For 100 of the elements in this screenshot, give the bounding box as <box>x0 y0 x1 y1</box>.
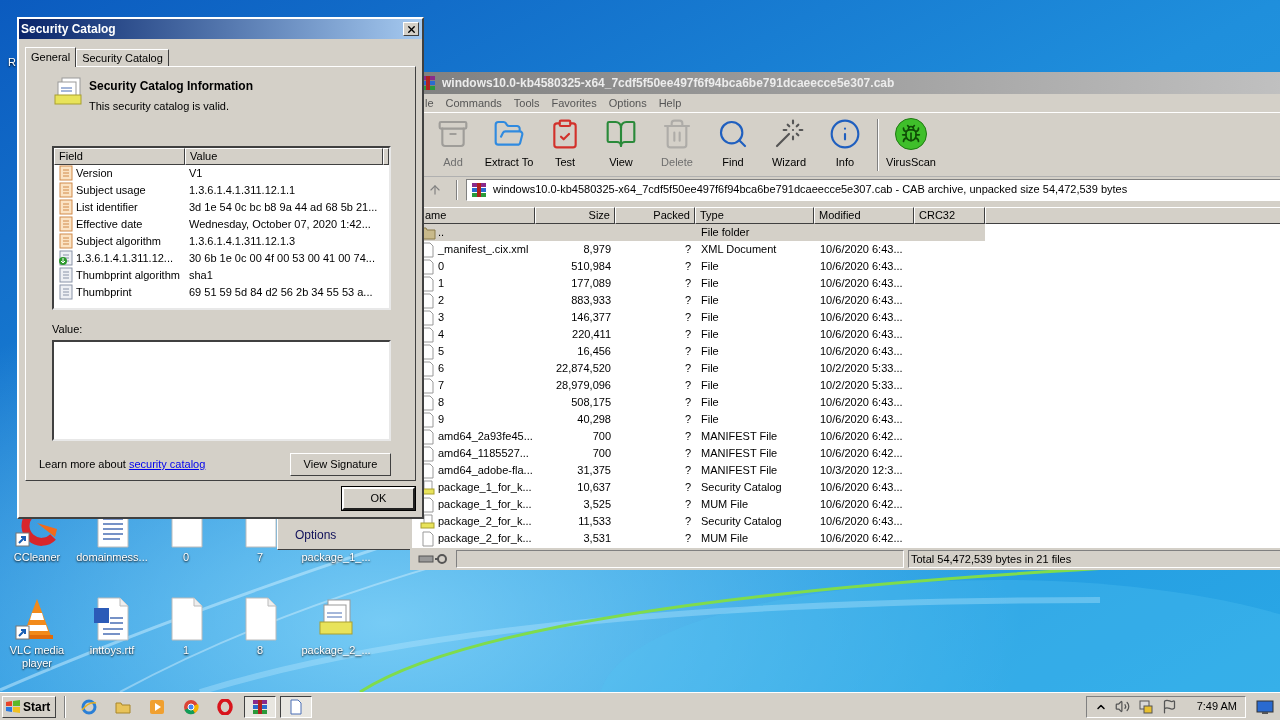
taskbar-button[interactable] <box>244 695 276 718</box>
table-cell: Security Catalog <box>701 481 782 494</box>
table-cell: 10/6/2020 6:43... <box>820 413 903 426</box>
column-header[interactable]: Type <box>695 207 814 224</box>
table-cell: 11,533 <box>578 515 611 528</box>
table-cell: 10/6/2020 6:42... <box>820 447 903 460</box>
ok-button[interactable]: OK <box>342 487 415 510</box>
menu-item[interactable]: Tools <box>513 94 540 112</box>
play-icon <box>149 698 165 715</box>
close-icon <box>405 23 417 35</box>
link[interactable]: security catalog <box>128 458 206 471</box>
table-cell: 31,375 <box>577 464 611 477</box>
path-field[interactable]: windows10.0-kb4580325-x64_7cdf5f50ee497f6f94bca6be791dcaeecce5e307.cab - CAB archive, unpacked size 54,472,539 bytes <box>466 178 1280 201</box>
start-button[interactable]: Start <box>2 695 56 718</box>
value-box[interactable] <box>52 340 391 441</box>
column-header[interactable]: Packed <box>615 207 695 224</box>
table-cell: 3,531 <box>583 532 611 545</box>
column-header[interactable]: Value <box>185 147 383 165</box>
windows-flag-icon <box>5 698 21 715</box>
table-cell: 22,874,520 <box>555 362 611 375</box>
table-cell: ? <box>684 447 691 460</box>
toolbar-button[interactable]: Find <box>705 115 761 174</box>
toolbar-button[interactable]: Wizard <box>761 115 817 174</box>
table-cell-text: 2 <box>438 293 445 309</box>
column-header[interactable]: CRC32 <box>914 207 985 224</box>
menu-item[interactable]: Help <box>658 94 682 112</box>
table-cell: MANIFEST File <box>701 447 778 460</box>
menu-item[interactable]: le <box>425 94 434 112</box>
toolbar-button[interactable]: Info <box>817 115 873 174</box>
field-value: 1.3.6.1.4.1.311.12.1.1 <box>188 182 296 198</box>
column-header[interactable]: Field <box>54 147 185 165</box>
up-arrow-icon[interactable] <box>428 182 442 197</box>
table-cell: 10/2/2020 5:33... <box>820 379 903 392</box>
table-cell: ? <box>684 328 691 341</box>
table-cell-text: 8 <box>438 395 445 411</box>
property-icon <box>58 284 74 300</box>
clock[interactable]: 7:49 AM <box>1196 698 1237 715</box>
flag-icon[interactable] <box>1161 699 1177 714</box>
table-cell: MUM File <box>701 498 749 511</box>
close-button[interactable] <box>403 22 419 36</box>
view-signature-button[interactable]: View Signature <box>290 453 391 476</box>
status-bar: Total 54,472,539 bytes in 21 files <box>908 550 1280 568</box>
browser-icon <box>81 698 97 715</box>
toolbar-button[interactable]: Extract To <box>481 115 537 174</box>
table-cell-text: 3 <box>438 310 445 326</box>
table-cell: ? <box>684 430 691 443</box>
table-cell: 10/6/2020 6:43... <box>820 396 903 409</box>
table-cell-text: amd64_2a93fe45... <box>438 429 533 445</box>
table-cell: 220,411 <box>572 328 611 341</box>
monitor-icon[interactable] <box>1256 698 1274 715</box>
ring-icon <box>217 698 233 715</box>
column-header[interactable]: Modified <box>814 207 914 224</box>
tab[interactable]: General <box>25 47 77 67</box>
speaker-icon[interactable] <box>1114 699 1130 714</box>
browser-icon <box>183 698 199 715</box>
network-icon[interactable] <box>1137 698 1154 715</box>
table-cell-text: 7 <box>438 378 445 394</box>
table-cell: File <box>701 277 719 290</box>
field-name: Thumbprint <box>76 284 132 300</box>
field-name: Thumbprint algorithm <box>76 267 180 283</box>
field-name: Subject usage <box>76 182 146 198</box>
table-cell: File folder <box>701 226 750 239</box>
table-cell: ? <box>684 413 691 426</box>
column-header[interactable]: Size <box>535 207 615 224</box>
table-cell: ? <box>684 532 691 545</box>
table-cell: 10/6/2020 6:43... <box>820 328 903 341</box>
table-cell: 177,089 <box>571 277 611 290</box>
table-cell: 883,933 <box>571 294 611 307</box>
property-icon <box>58 267 74 283</box>
menu-item[interactable]: Options <box>608 94 647 112</box>
field-name: 1.3.6.1.4.1.311.12... <box>76 250 174 266</box>
table-cell-text: package_1_for_k... <box>438 497 532 513</box>
blank-file-icon <box>288 698 304 715</box>
menu-item[interactable]: Commands <box>445 94 502 112</box>
table-cell: 700 <box>592 430 611 443</box>
table-cell-text: package_1_for_k... <box>438 480 532 496</box>
tab[interactable]: Security Catalog <box>76 49 169 66</box>
table-cell-text: amd64_adobe-fla... <box>438 463 533 479</box>
table-cell-text: package_2_for_k... <box>438 514 532 530</box>
table-cell-text: 4 <box>438 327 445 343</box>
table-cell: 10/6/2020 6:43... <box>820 260 903 273</box>
table-cell: 10/6/2020 6:43... <box>820 345 903 358</box>
toolbar-button[interactable]: Test <box>537 115 593 174</box>
trash-icon <box>661 118 693 151</box>
table-cell: 10/2/2020 5:33... <box>820 362 903 375</box>
status-text: This security catalog is valid. <box>89 99 230 114</box>
menu-item[interactable]: Favorites <box>551 94 597 112</box>
toolbar-button[interactable]: View <box>593 115 649 174</box>
table-cell: 10/6/2020 6:43... <box>820 243 903 256</box>
toolbar-button[interactable]: VirusScan <box>883 115 939 174</box>
taskbar-button[interactable] <box>280 695 312 718</box>
table-cell: 3,525 <box>583 498 611 511</box>
menu-item[interactable]: Options <box>295 528 337 542</box>
icon-label[interactable]: R <box>8 56 16 69</box>
property-icon <box>58 165 74 181</box>
table-cell-text: 1 <box>438 276 445 292</box>
table-cell-text: _manifest_.cix.xml <box>438 242 529 258</box>
table-cell: ? <box>684 379 691 392</box>
table-cell: File <box>701 396 719 409</box>
table-cell-text: package_2_for_k... <box>438 531 532 547</box>
